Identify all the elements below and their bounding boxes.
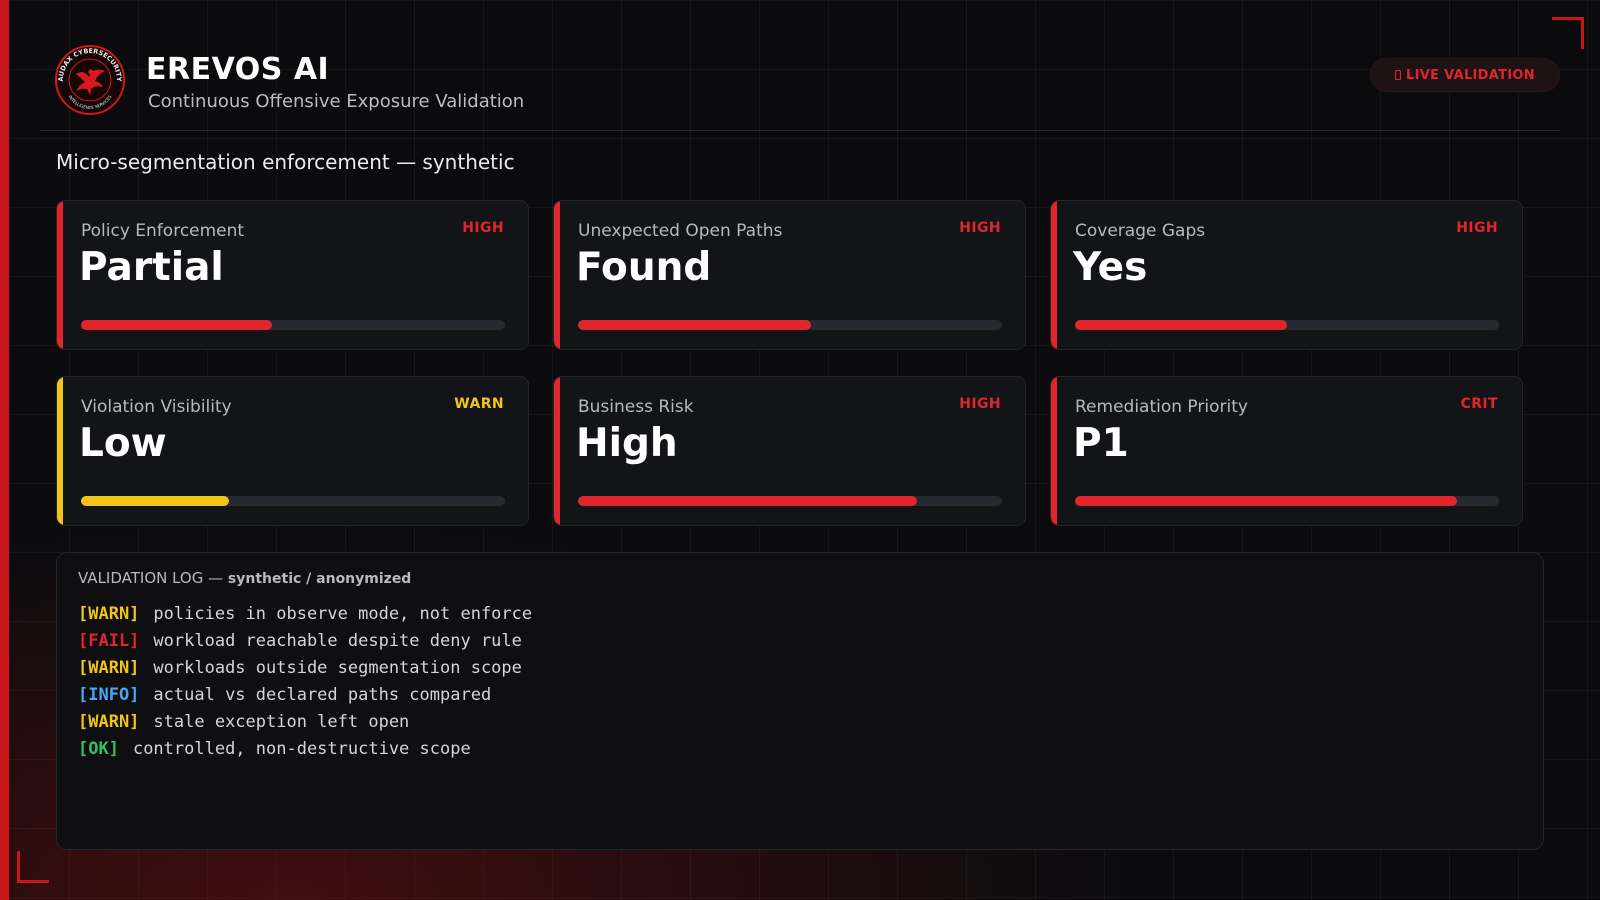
progress-track xyxy=(1075,320,1499,330)
progress-track xyxy=(578,496,1002,506)
log-entry: [WARN] policies in observe mode, not enfo… xyxy=(78,601,532,628)
log-title-label: VALIDATION LOG — xyxy=(78,569,224,587)
progress-fill xyxy=(81,496,230,506)
log-entry: [FAIL] workload reachable despite deny ru… xyxy=(78,628,532,655)
live-validation-label: LIVE VALIDATION xyxy=(1406,67,1535,83)
metric-label: Violation Visibility xyxy=(81,397,232,417)
live-indicator-icon xyxy=(1395,70,1402,80)
log-entry: [WARN] workloads outside segmentation sco… xyxy=(78,655,532,682)
log-entry: [INFO] actual vs declared paths compared xyxy=(78,682,532,709)
progress-fill xyxy=(1075,496,1457,506)
metric-label: Coverage Gaps xyxy=(1075,221,1206,241)
metric-value: Partial xyxy=(79,245,224,290)
log-entry: [OK] controlled, non-destructive scope xyxy=(78,736,532,763)
audax-logo-icon: AUDAX CYBERSECURITY INTELLIGENCE SERVICE… xyxy=(55,45,125,115)
metric-card-coverage-gaps: Coverage Gaps HIGH Yes xyxy=(1050,200,1523,350)
metric-card-business-risk: Business Risk HIGH High xyxy=(553,376,1026,526)
log-tag: [WARN] xyxy=(78,712,140,732)
metric-value: Found xyxy=(576,245,712,290)
log-entries: [WARN] policies in observe mode, not enfo… xyxy=(78,601,532,763)
metric-card-unexpected-open-paths: Unexpected Open Paths HIGH Found xyxy=(553,200,1026,350)
log-text: controlled, non-destructive scope xyxy=(132,739,471,759)
log-entry: [WARN] stale exception left open xyxy=(78,709,532,736)
log-text: workload reachable despite deny rule xyxy=(153,631,522,651)
log-tag: [OK] xyxy=(78,739,119,759)
log-tag: [WARN] xyxy=(78,658,140,678)
progress-fill xyxy=(81,320,272,330)
metric-card-violation-visibility: Violation Visibility WARN Low xyxy=(56,376,529,526)
progress-fill xyxy=(578,320,812,330)
log-text: stale exception left open xyxy=(153,712,410,732)
progress-track xyxy=(1075,496,1499,506)
app-title: EREVOS AI xyxy=(146,52,330,87)
metric-value: High xyxy=(576,421,678,466)
live-validation-badge: LIVE VALIDATION xyxy=(1370,58,1560,92)
metric-label: Unexpected Open Paths xyxy=(578,221,783,241)
severity-badge: HIGH xyxy=(462,220,504,236)
severity-badge: WARN xyxy=(454,396,504,412)
log-text: actual vs declared paths compared xyxy=(153,685,492,705)
log-text: policies in observe mode, not enforce xyxy=(153,604,533,624)
app-subtitle: Continuous Offensive Exposure Validation xyxy=(148,91,525,112)
log-text: workloads outside segmentation scope xyxy=(153,658,522,678)
severity-badge: CRIT xyxy=(1460,396,1498,412)
corner-bracket-bottom-left xyxy=(17,851,49,883)
app-header: AUDAX CYBERSECURITY INTELLIGENCE SERVICE… xyxy=(40,40,1560,131)
progress-track xyxy=(81,496,505,506)
progress-track xyxy=(578,320,1002,330)
metric-label: Business Risk xyxy=(578,397,694,417)
progress-fill xyxy=(1075,320,1287,330)
metric-value: Low xyxy=(79,421,167,466)
left-accent-rail xyxy=(0,0,9,900)
metric-value: Yes xyxy=(1073,245,1148,290)
log-tag: [FAIL] xyxy=(78,631,140,651)
metric-label: Remediation Priority xyxy=(1075,397,1248,417)
progress-track xyxy=(81,320,505,330)
metric-value: P1 xyxy=(1073,421,1129,466)
section-title: Micro-segmentation enforcement — synthet… xyxy=(56,150,515,174)
log-subtitle: synthetic / anonymized xyxy=(227,571,412,587)
metric-card-policy-enforcement: Policy Enforcement HIGH Partial xyxy=(56,200,529,350)
severity-badge: HIGH xyxy=(959,396,1001,412)
log-tag: [WARN] xyxy=(78,604,140,624)
progress-fill xyxy=(578,496,918,506)
validation-log-panel: VALIDATION LOG — synthetic / anonymized … xyxy=(56,552,1544,850)
severity-badge: HIGH xyxy=(959,220,1001,236)
metric-card-remediation-priority: Remediation Priority CRIT P1 xyxy=(1050,376,1523,526)
log-title: VALIDATION LOG — synthetic / anonymized xyxy=(78,569,411,587)
log-tag: [INFO] xyxy=(78,685,140,705)
metric-label: Policy Enforcement xyxy=(81,221,245,241)
severity-badge: HIGH xyxy=(1456,220,1498,236)
